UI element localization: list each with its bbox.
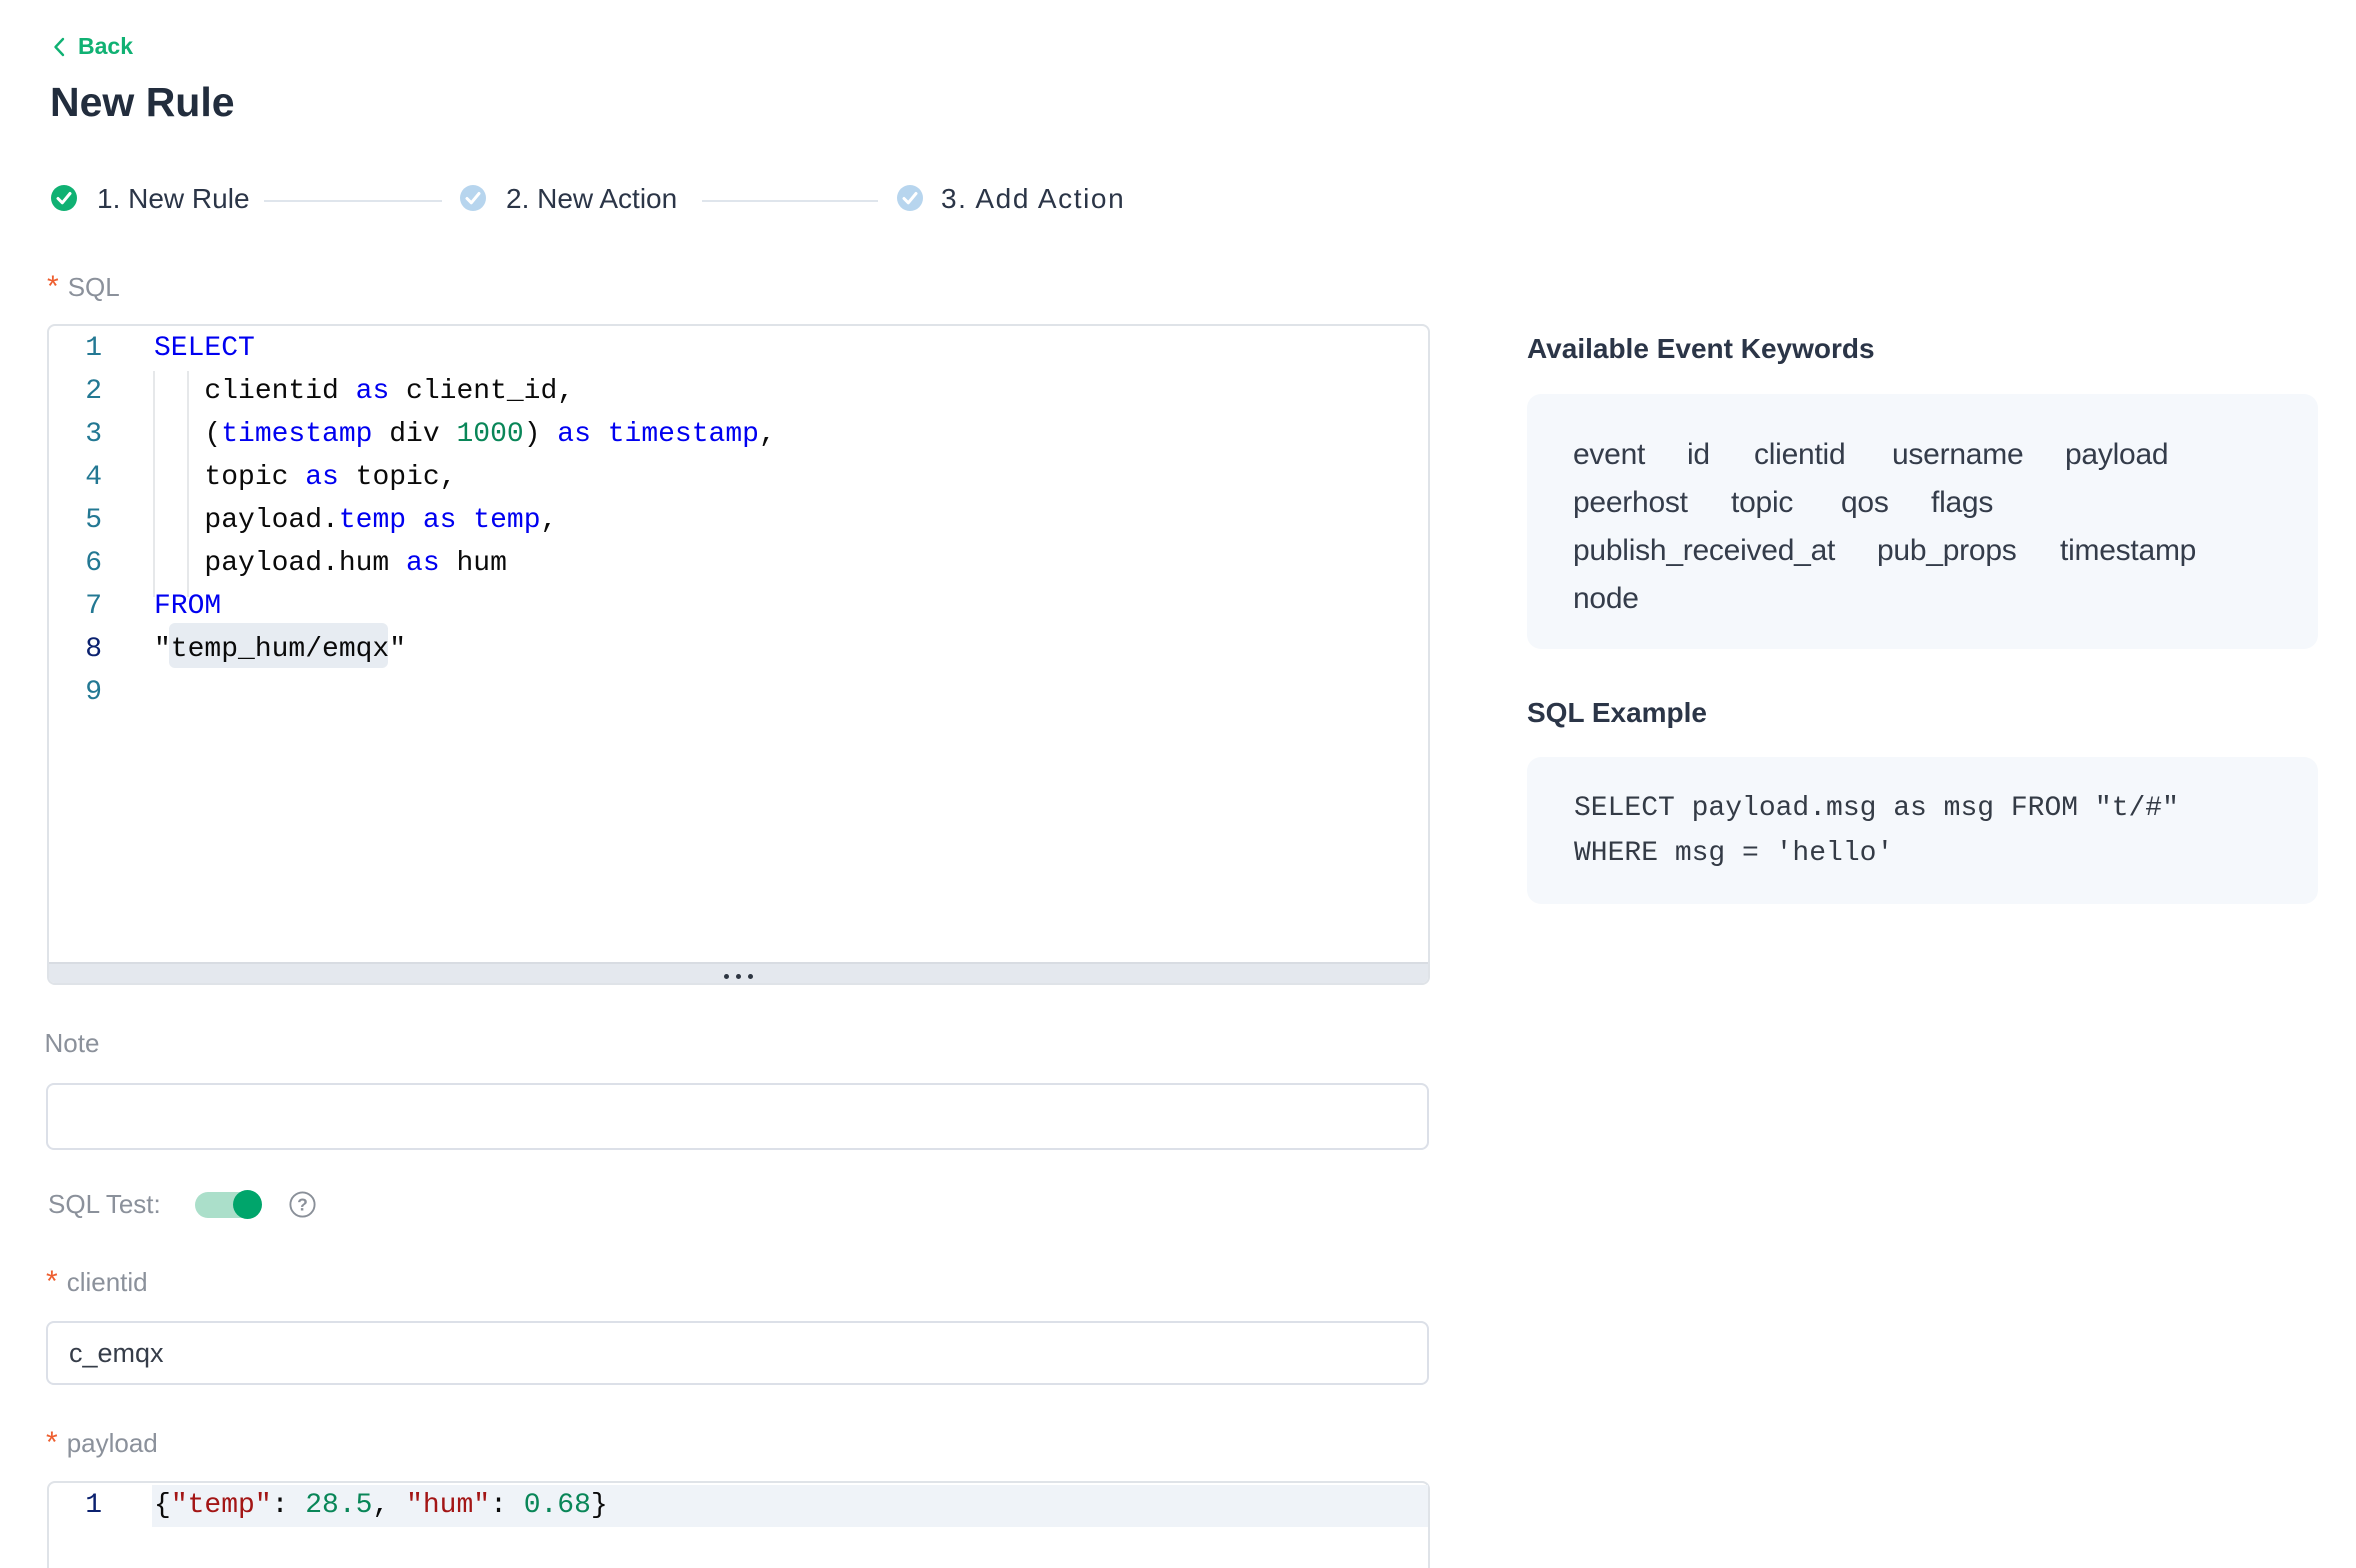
svg-text:?: ?	[297, 1195, 308, 1215]
